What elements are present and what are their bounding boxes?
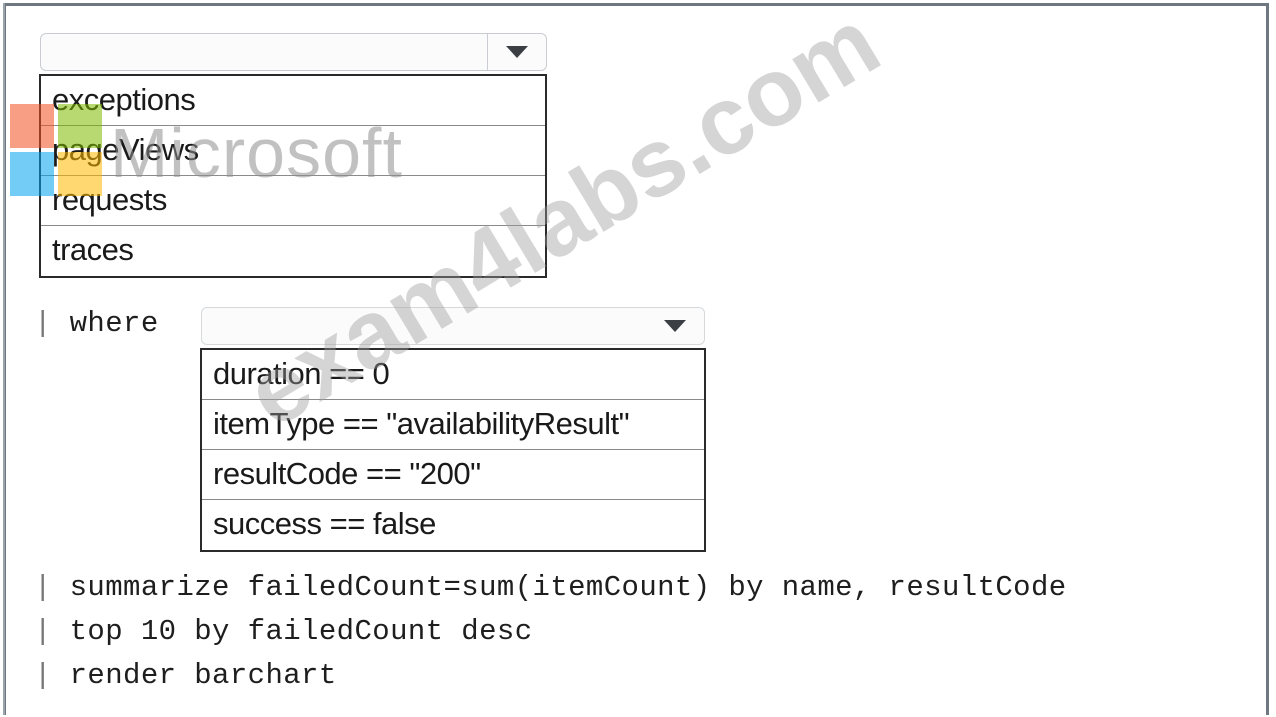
where-dropdown-toggle[interactable] [646, 308, 704, 344]
query-line-text: top 10 by failedCount desc [69, 615, 533, 648]
chevron-down-icon [664, 320, 686, 332]
microsoft-logo-watermark [10, 104, 104, 198]
logo-square-green [58, 104, 102, 148]
pipe-symbol: | [34, 659, 52, 692]
query-line-text: render barchart [69, 659, 337, 692]
pipe-symbol: | [34, 307, 52, 340]
microsoft-text-watermark: Microsoft [110, 114, 403, 192]
query-line-summarize: | summarize failedCount=sum(itemCount) b… [34, 571, 1067, 604]
where-keyword: where [69, 307, 159, 340]
logo-square-yellow [58, 152, 102, 196]
query-line-render: | render barchart [34, 659, 337, 692]
logo-square-blue [10, 152, 54, 196]
logo-square-red [10, 104, 54, 148]
pipe-symbol: | [34, 571, 52, 604]
query-line-text: summarize failedCount=sum(itemCount) by … [69, 571, 1067, 604]
table-dropdown-toggle[interactable] [487, 34, 546, 70]
frame-border [3, 3, 5, 715]
chevron-down-icon [506, 46, 528, 58]
where-option-resultcode[interactable]: resultCode == "200" [202, 450, 704, 500]
query-line-top: | top 10 by failedCount desc [34, 615, 533, 648]
where-line: | where [34, 307, 159, 340]
where-option-success[interactable]: success == false [202, 500, 704, 550]
table-dropdown[interactable] [40, 33, 547, 71]
pipe-symbol: | [34, 615, 52, 648]
